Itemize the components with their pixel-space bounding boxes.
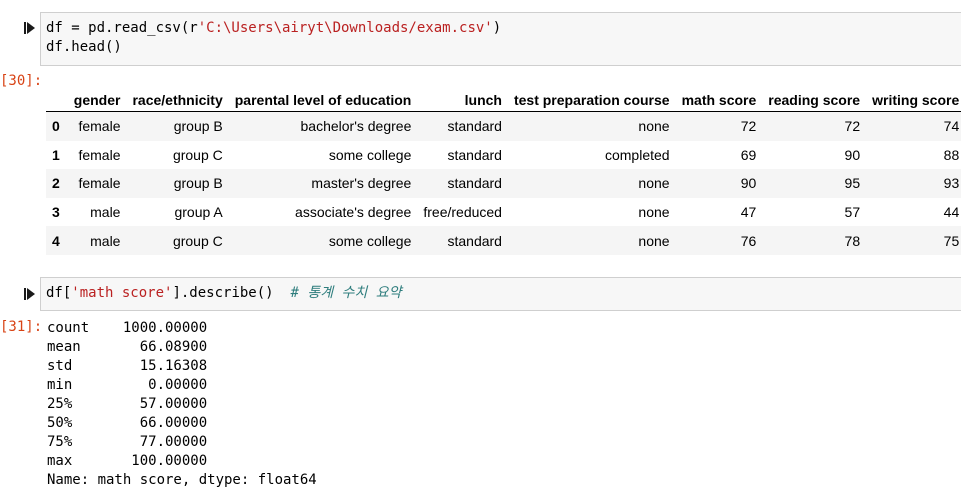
output-line: std 15.16308: [47, 358, 208, 374]
table-row: 0 female group B bachelor's degree standard n…: [46, 111, 961, 141]
table-cell: female: [78, 175, 121, 192]
output-line: 50% 66.00000: [47, 415, 208, 431]
output-line: 25% 57.00000: [47, 396, 208, 412]
table-cell: 88: [943, 146, 960, 163]
output-prompt-31: [31]:: [0, 319, 43, 335]
output-line: 75% 77.00000: [47, 434, 208, 450]
table-cell: female: [78, 118, 121, 135]
table-cell: 57: [844, 204, 861, 221]
table-cell: 90: [740, 175, 757, 192]
table-cell: group C: [172, 232, 223, 249]
code-cell-31[interactable]: df['math score'].describe() # 통계 수치 요약: [40, 277, 961, 311]
table-cell: none: [638, 232, 670, 249]
table-cell: 72: [844, 118, 861, 135]
table-cell: standard: [447, 175, 502, 192]
table-cell: none: [638, 175, 670, 192]
output-prompt-30: [30]:: [0, 73, 43, 89]
column-header: race/ethnicity: [126, 88, 229, 112]
table-cell: 90: [844, 146, 861, 163]
column-header: lunch: [417, 88, 508, 112]
output-line: count 1000.00000: [47, 320, 208, 336]
table-cell: 95: [844, 175, 861, 192]
table-row: 4 male group C some college standard none 76 78…: [46, 226, 961, 255]
output-line: mean 66.08900: [47, 339, 208, 355]
code-line: df.head(): [46, 39, 122, 55]
code-string: 'C:\Users\airyt\Downloads/exam.csv': [197, 20, 493, 36]
output-line: min 0.00000: [47, 377, 208, 393]
index-header: [46, 88, 68, 112]
table-cell: some college: [328, 232, 412, 249]
table-cell: male: [90, 232, 121, 249]
row-index: 0: [52, 118, 60, 135]
run-icon: [27, 22, 35, 34]
row-index: 3: [52, 204, 60, 221]
table-cell: 72: [740, 118, 757, 135]
output-line: Name: math score, dtype: float64: [47, 472, 317, 488]
table-cell: standard: [447, 118, 502, 135]
run-icon: [27, 288, 35, 300]
column-header: gender: [67, 88, 127, 112]
table-cell: 75: [943, 232, 960, 249]
table-cell: none: [638, 118, 670, 135]
code-cell-30[interactable]: df = pd.read_csv(r'C:\Users\airyt\Downlo…: [40, 12, 961, 66]
row-index: 4: [52, 232, 60, 249]
table-cell: 69: [740, 146, 757, 163]
column-header: parental level of education: [228, 88, 418, 112]
table-row: 2 female group B master's degree standard non…: [46, 169, 961, 198]
code-text: df[: [46, 285, 72, 301]
code-text: ): [492, 20, 502, 36]
code-string: 'math score': [71, 285, 173, 301]
table-cell: some college: [328, 146, 412, 163]
table-cell: bachelor's degree: [300, 118, 412, 135]
table-cell: standard: [447, 232, 502, 249]
table-cell: master's degree: [311, 175, 412, 192]
table-cell: 74: [943, 118, 960, 135]
run-icon-bar: [24, 22, 26, 34]
table-cell: group C: [172, 146, 223, 163]
table-cell: free/reduced: [423, 204, 502, 221]
table-cell: none: [638, 204, 670, 221]
code-comment: # 통계 수치 요약: [290, 285, 402, 301]
table-cell: standard: [447, 146, 502, 163]
table-cell: group B: [173, 175, 223, 192]
table-cell: 93: [943, 175, 960, 192]
table-cell: 47: [740, 204, 757, 221]
table-cell: 44: [943, 204, 960, 221]
column-header: test preparation course: [507, 88, 676, 112]
code-line: df = pd.read_csv(r'C:\Users\airyt\Downlo…: [46, 19, 956, 38]
table-cell: male: [90, 204, 121, 221]
table-cell: group B: [173, 118, 223, 135]
describe-output: count 1000.00000 mean 66.08900 std 15.1630…: [47, 319, 317, 490]
run-icon-bar: [24, 288, 26, 300]
table-cell: 76: [740, 232, 757, 249]
code-text: ].describe(): [172, 285, 291, 301]
table-row: 3 male group A associate's degree free/reduc…: [46, 198, 961, 227]
output-line: max 100.00000: [47, 453, 208, 469]
dataframe-table: gender race/ethnicity parental level of ed…: [46, 88, 961, 255]
row-index: 2: [52, 175, 60, 192]
table-cell: female: [78, 146, 121, 163]
run-cell-button[interactable]: [24, 20, 38, 36]
table-cell: completed: [604, 146, 670, 163]
code-line: df['math score'].describe() # 통계 수치 요약: [46, 284, 956, 303]
table-cell: group A: [174, 204, 223, 221]
table-row: 1 female group C some college standard comple…: [46, 141, 961, 170]
column-header: reading score: [762, 88, 867, 112]
table-cell: 78: [844, 232, 861, 249]
row-index: 1: [52, 146, 60, 163]
column-header: writing score: [866, 88, 961, 112]
code-text: df = pd.read_csv(r: [46, 20, 198, 36]
column-header: math score: [675, 88, 763, 112]
run-cell-button[interactable]: [24, 286, 38, 302]
table-cell: associate's degree: [295, 204, 412, 221]
